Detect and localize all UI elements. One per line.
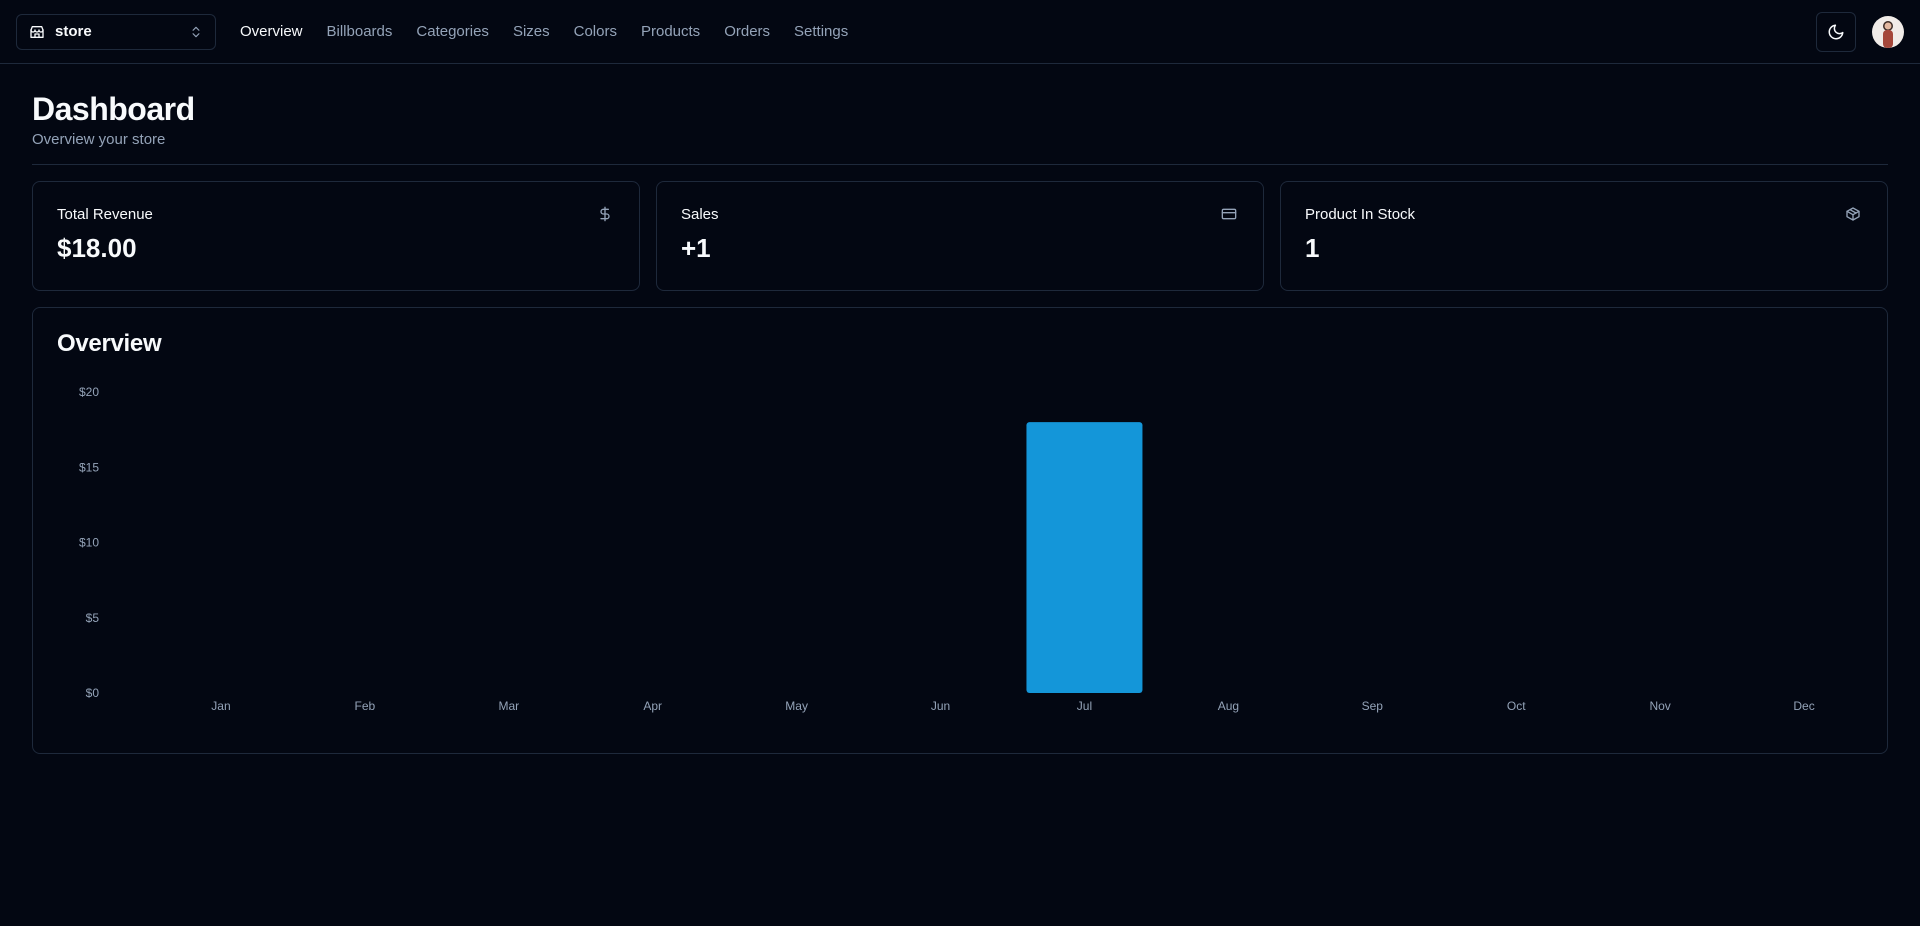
- x-tick-label: Nov: [1649, 699, 1670, 713]
- nav-settings[interactable]: Settings: [794, 23, 848, 40]
- theme-toggle-button[interactable]: [1816, 12, 1856, 52]
- x-tick-label: Apr: [643, 699, 662, 713]
- chevrons-up-down-icon: [192, 26, 200, 37]
- store-name: store: [55, 23, 92, 40]
- y-tick-label: $5: [86, 611, 100, 625]
- package-icon: [1846, 207, 1860, 221]
- x-tick-label: Jul: [1077, 699, 1092, 713]
- nav-products[interactable]: Products: [641, 23, 700, 40]
- x-tick-label: Jan: [211, 699, 230, 713]
- card-title: Total Revenue: [57, 206, 153, 224]
- moon-icon: [1828, 24, 1844, 40]
- x-tick-label: Sep: [1362, 699, 1384, 713]
- nav-sizes[interactable]: Sizes: [513, 23, 550, 40]
- y-tick-label: $0: [86, 686, 100, 700]
- card-value: $18.00: [57, 233, 137, 264]
- page-title: Dashboard: [32, 91, 195, 127]
- top-navbar: store Overview Billboards Categories Siz…: [0, 0, 1920, 64]
- user-avatar-image: [1883, 21, 1893, 48]
- x-tick-label: Mar: [498, 699, 519, 713]
- y-tick-label: $15: [79, 460, 99, 474]
- nav-colors[interactable]: Colors: [574, 23, 617, 40]
- main-nav: Overview Billboards Categories Sizes Col…: [240, 23, 848, 40]
- card-title: Sales: [681, 206, 719, 224]
- stats-cards: Total Revenue $18.00 Sales +1 Product In…: [32, 181, 1888, 292]
- top-right-actions: [1816, 12, 1904, 52]
- user-avatar[interactable]: [1872, 16, 1904, 48]
- card-value: 1: [1305, 233, 1320, 264]
- main-content: Dashboard Overview your store Total Reve…: [0, 64, 1920, 778]
- x-tick-label: Oct: [1507, 699, 1526, 713]
- x-tick-label: Jun: [931, 699, 950, 713]
- page-subtitle: Overview your store: [32, 131, 166, 149]
- nav-billboards[interactable]: Billboards: [327, 23, 393, 40]
- overview-bar-chart: $0 $5 $10 $15 $20 Jan Feb Mar Apr May Jun Jul Aug Sep…: [79, 385, 1815, 713]
- y-tick-label: $20: [79, 385, 99, 399]
- card-value: +1: [681, 233, 711, 264]
- y-tick-label: $10: [79, 536, 99, 550]
- credit-card-icon: [1221, 208, 1237, 220]
- nav-overview[interactable]: Overview: [240, 23, 303, 40]
- x-tick-label: Aug: [1218, 699, 1239, 713]
- x-tick-label: Dec: [1793, 699, 1814, 713]
- product-in-stock-card: Product In Stock 1: [1280, 181, 1888, 292]
- store-switcher[interactable]: store: [16, 13, 216, 50]
- card-title: Product In Stock: [1305, 206, 1416, 224]
- bar-jul: [1026, 422, 1143, 694]
- total-revenue-card: Total Revenue $18.00: [32, 181, 640, 292]
- nav-categories[interactable]: Categories: [416, 23, 489, 40]
- store-icon: [30, 25, 44, 38]
- x-tick-label: Feb: [355, 699, 376, 713]
- divider: [32, 164, 1888, 166]
- x-tick-label: May: [785, 699, 808, 713]
- overview-chart-card: Overview $0 $5 $10 $15 $20 Jan Feb Mar Apr May Jun…: [32, 307, 1888, 755]
- nav-orders[interactable]: Orders: [724, 23, 770, 40]
- dollar-icon: [600, 206, 610, 222]
- sales-card: Sales +1: [656, 181, 1264, 292]
